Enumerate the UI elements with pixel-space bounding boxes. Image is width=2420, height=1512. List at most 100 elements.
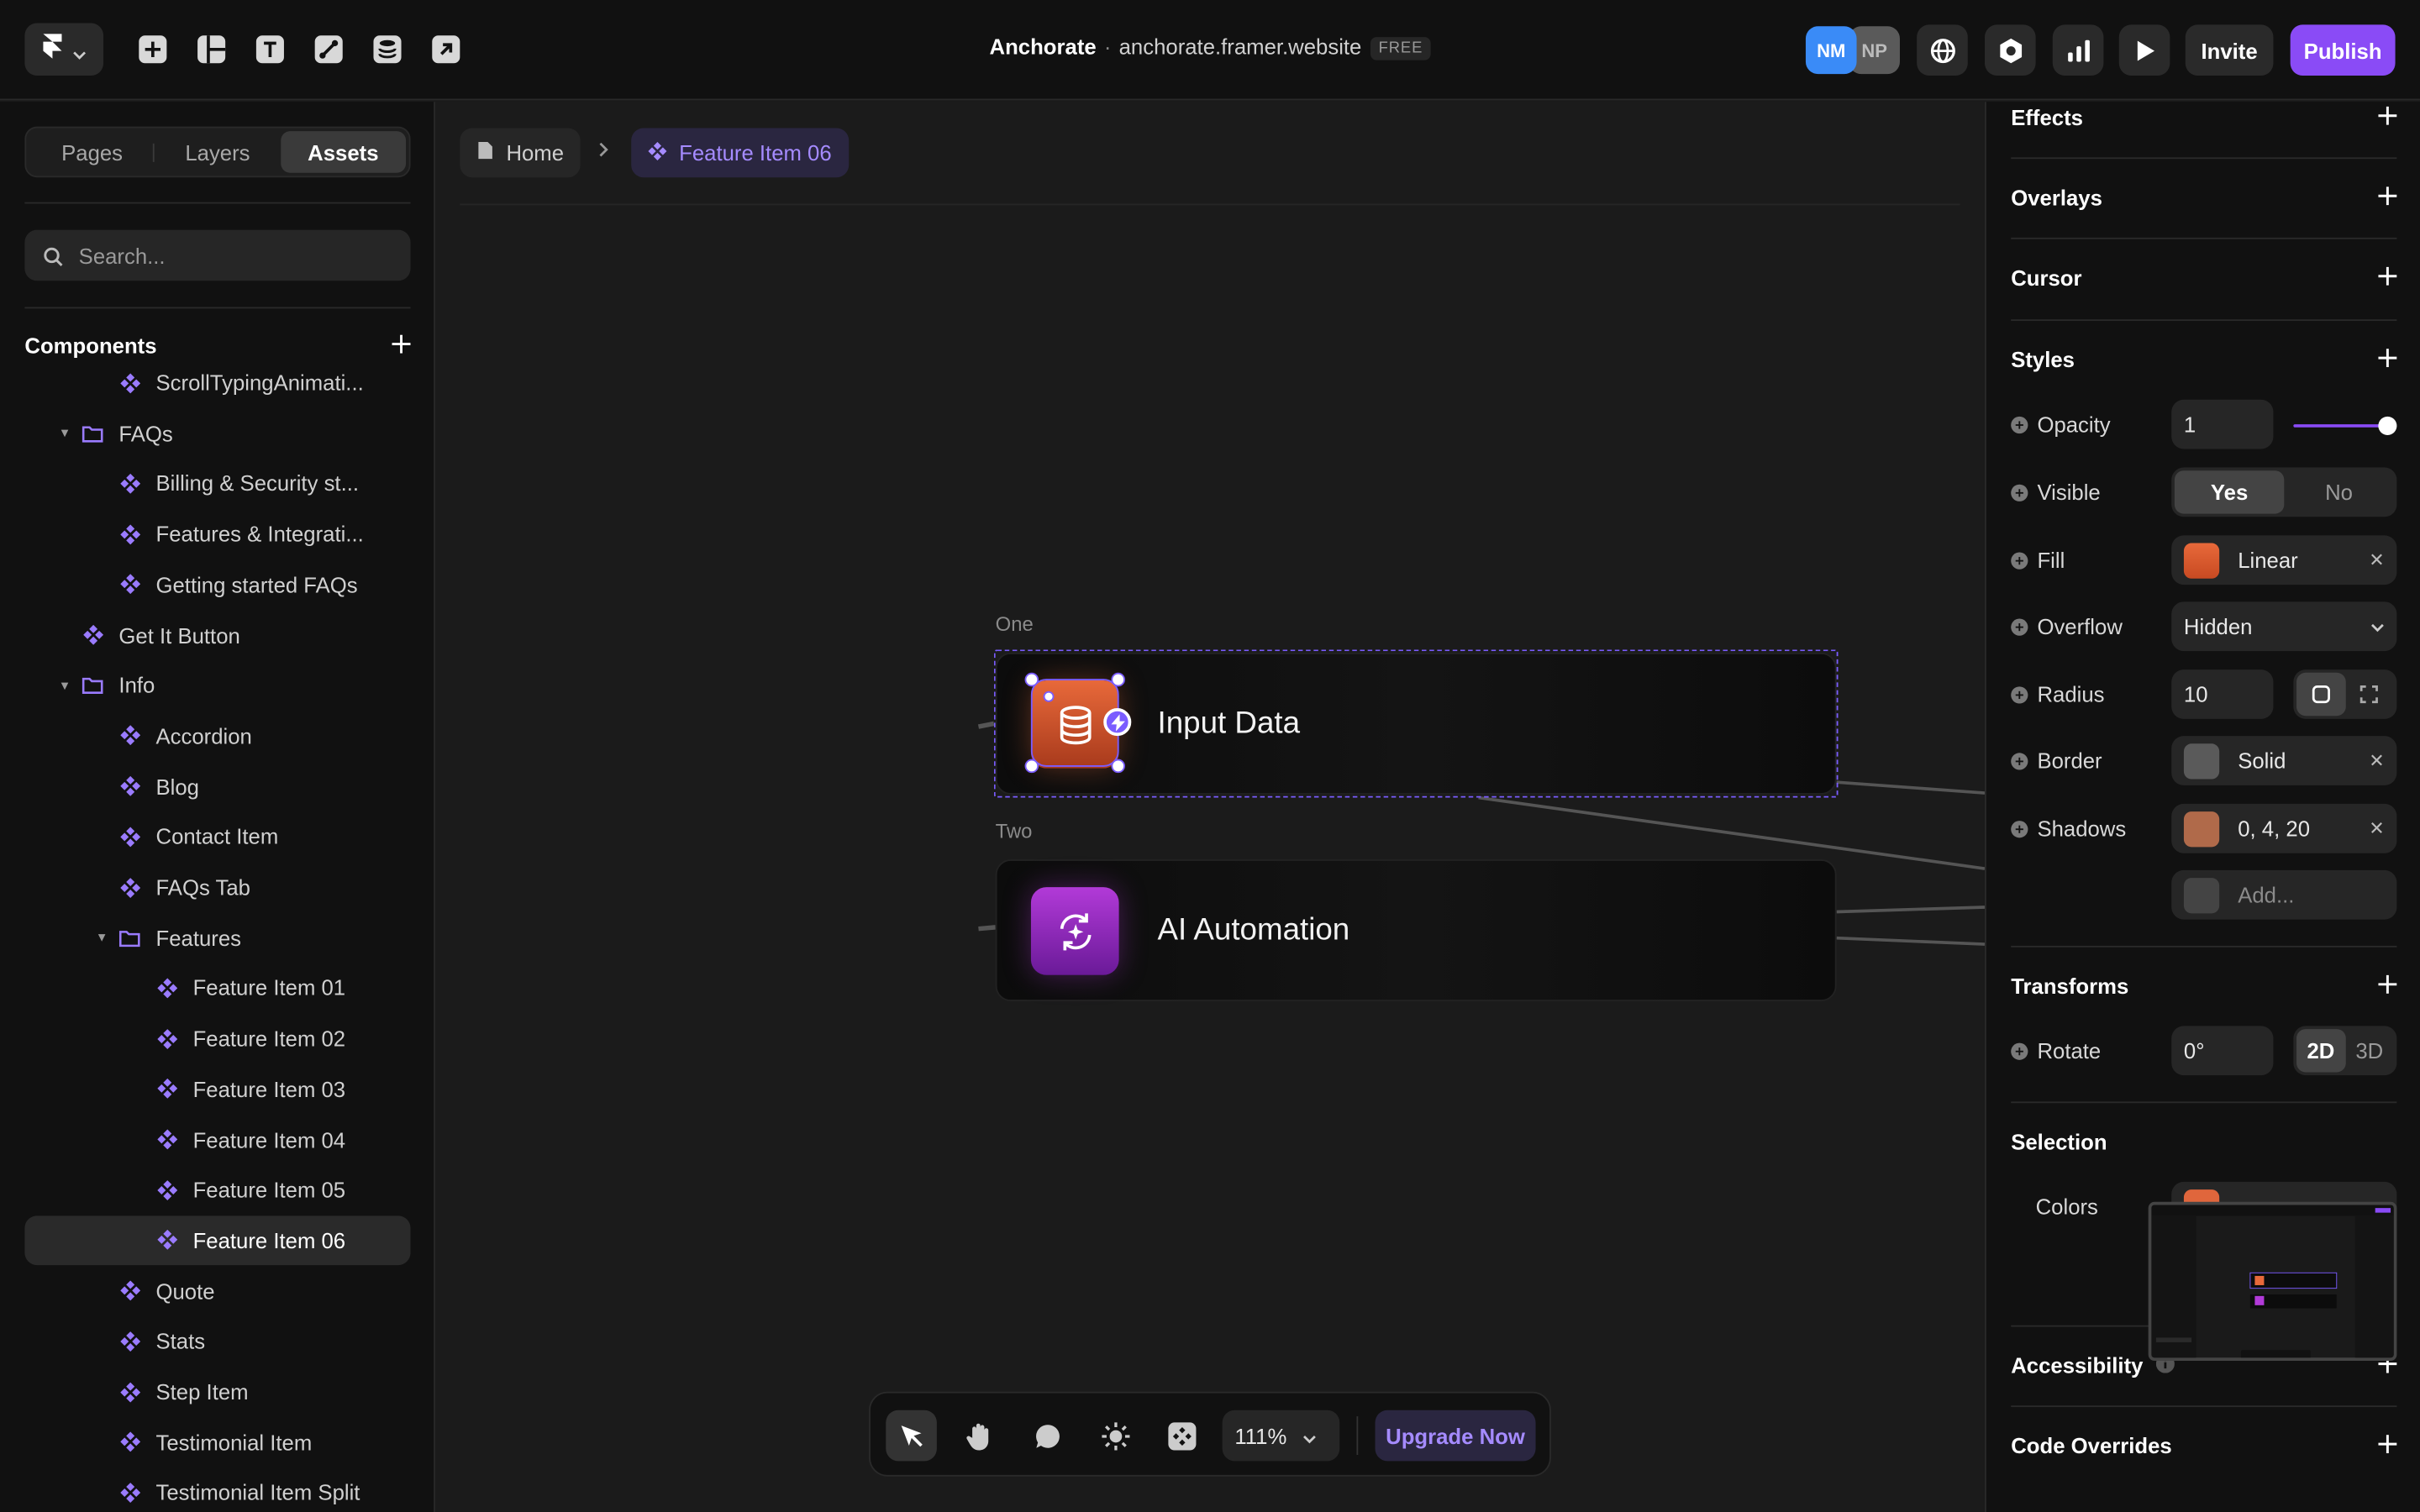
tree-component-item[interactable]: Testimonial Item Split <box>24 1467 410 1512</box>
disclosure-caret-icon[interactable]: ▼ <box>59 426 71 440</box>
tree-component-item[interactable]: Features & Integrati... <box>24 509 410 559</box>
tree-component-item[interactable]: Feature Item 03 <box>24 1064 410 1114</box>
section-overlays[interactable]: Overlays <box>2011 185 2397 210</box>
rotate-3d-option[interactable]: 3D <box>2345 1029 2394 1072</box>
tree-folder[interactable]: ▼ Info <box>24 660 410 710</box>
tree-component-item[interactable]: Feature Item 02 <box>24 1014 410 1063</box>
tree-component-item[interactable]: ScrollTypingAnimati... <box>24 358 410 407</box>
globe-icon[interactable] <box>1917 24 1968 76</box>
theme-sun-icon[interactable] <box>1090 1410 1141 1462</box>
add-cursor-icon[interactable] <box>2378 265 2397 290</box>
opacity-input[interactable]: 1 <box>2171 399 2274 449</box>
section-effects[interactable]: Effects <box>2011 105 2397 129</box>
tree-component-item[interactable]: Feature Item 04 <box>24 1115 410 1164</box>
tab-pages[interactable]: Pages <box>29 131 155 173</box>
radius-input[interactable]: 10 <box>2171 669 2274 719</box>
visible-yes-option[interactable]: Yes <box>2174 470 2285 514</box>
tree-component-item[interactable]: Quote <box>24 1266 410 1315</box>
resize-handle-tr[interactable] <box>1111 672 1125 687</box>
tree-component-item[interactable]: Step Item <box>24 1367 410 1416</box>
publish-button[interactable]: Publish <box>2290 24 2396 76</box>
add-shadow-field[interactable]: Add... <box>2171 869 2397 920</box>
remove-border-icon[interactable]: ✕ <box>2369 750 2384 772</box>
border-field[interactable]: Solid ✕ <box>2171 736 2397 785</box>
tab-layers[interactable]: Layers <box>155 131 280 173</box>
tree-component-item[interactable]: Feature Item 06 <box>24 1215 411 1265</box>
add-variable-icon[interactable] <box>2011 415 2028 433</box>
tree-component-item[interactable]: Feature Item 01 <box>24 963 410 1013</box>
add-variable-icon[interactable] <box>2011 617 2028 635</box>
tree-component-item[interactable]: Getting started FAQs <box>24 559 410 609</box>
comment-icon[interactable] <box>1022 1410 1073 1462</box>
tree-component-item[interactable]: Billing & Security st... <box>24 459 410 508</box>
resize-handle-br[interactable] <box>1111 759 1125 774</box>
shadow-swatch[interactable] <box>2183 811 2220 847</box>
disclosure-caret-icon[interactable]: ▼ <box>96 931 108 945</box>
screenshot-thumbnail[interactable] <box>2148 1201 2397 1361</box>
add-overlay-icon[interactable] <box>2378 185 2397 209</box>
components-grid-icon[interactable] <box>1156 1410 1207 1462</box>
rotate-2d-option[interactable]: 2D <box>2296 1029 2345 1073</box>
tree-component-item[interactable]: Contact Item <box>24 812 410 862</box>
radius-uniform-icon[interactable] <box>2296 672 2345 717</box>
assets-search[interactable] <box>24 229 411 281</box>
tree-component-item[interactable]: Testimonial Item <box>24 1417 410 1467</box>
radius-handle[interactable] <box>1043 690 1055 702</box>
shadows-field[interactable]: 0, 4, 20 ✕ <box>2171 803 2397 853</box>
fill-field[interactable]: Linear ✕ <box>2171 535 2397 585</box>
remove-shadow-icon[interactable]: ✕ <box>2369 817 2384 839</box>
zoom-select[interactable]: 111% <box>1222 1410 1340 1462</box>
upgrade-now-button[interactable]: Upgrade Now <box>1375 1410 1536 1462</box>
invite-button[interactable]: Invite <box>2185 24 2274 76</box>
interaction-bolt-icon[interactable] <box>1103 708 1132 737</box>
add-variable-icon[interactable] <box>2011 483 2028 501</box>
settings-hexagon-icon[interactable] <box>1984 24 2036 76</box>
tree-folder[interactable]: ▼ FAQs <box>24 408 410 458</box>
remove-fill-icon[interactable]: ✕ <box>2369 549 2384 571</box>
fill-swatch[interactable] <box>2183 542 2220 578</box>
tree-component-item[interactable]: Stats <box>24 1316 410 1366</box>
frame-label-two[interactable]: Two <box>996 819 1033 843</box>
bottom-toolbar: 111% Upgrade Now <box>869 1391 1551 1477</box>
search-input[interactable] <box>78 243 388 268</box>
add-code-override-icon[interactable] <box>2378 1433 2397 1457</box>
opacity-slider-track[interactable] <box>2293 424 2388 428</box>
canvas[interactable]: Home Feature Item 06 One Input Data Two … <box>434 102 1985 1512</box>
visible-no-option[interactable]: No <box>2284 470 2393 513</box>
add-variable-icon[interactable] <box>2011 551 2028 569</box>
frame-label-one[interactable]: One <box>996 612 1034 636</box>
add-style-icon[interactable] <box>2378 347 2397 371</box>
section-transforms[interactable]: Transforms <box>2011 974 2397 998</box>
tree-component-item[interactable]: Blog <box>24 762 410 811</box>
add-variable-icon[interactable] <box>2011 752 2028 769</box>
analytics-bars-icon[interactable] <box>2052 24 2104 76</box>
tab-assets[interactable]: Assets <box>280 131 407 173</box>
tree-folder[interactable]: ▼ Features <box>24 913 410 963</box>
add-variable-icon[interactable] <box>2011 685 2028 703</box>
select-cursor-icon[interactable] <box>886 1410 937 1462</box>
radius-individual-icon[interactable] <box>2345 673 2394 716</box>
border-swatch[interactable] <box>2183 743 2220 779</box>
add-transform-icon[interactable] <box>2378 974 2397 998</box>
add-variable-icon[interactable] <box>2011 820 2028 837</box>
resize-handle-tl[interactable] <box>1024 672 1039 687</box>
section-code-overrides[interactable]: Code Overrides <box>2011 1433 2397 1458</box>
add-effect-icon[interactable] <box>2378 105 2397 129</box>
add-variable-icon[interactable] <box>2011 1042 2028 1059</box>
avatar-nm[interactable]: NM <box>1805 26 1857 75</box>
tree-component-item[interactable]: Accordion <box>24 711 410 761</box>
add-component-icon[interactable] <box>392 333 411 358</box>
section-cursor[interactable]: Cursor <box>2011 265 2397 290</box>
tree-component-item[interactable]: Feature Item 05 <box>24 1165 410 1215</box>
disclosure-caret-icon[interactable]: ▼ <box>59 679 71 693</box>
section-styles[interactable]: Styles <box>2011 347 2397 372</box>
tree-component-item[interactable]: FAQs Tab <box>24 863 410 912</box>
rotate-input[interactable]: 0° <box>2171 1026 2274 1076</box>
feature-card-ai-automation[interactable]: AI Automation <box>995 859 1837 1002</box>
resize-handle-bl[interactable] <box>1024 759 1039 774</box>
preview-play-icon[interactable] <box>2118 24 2170 76</box>
overflow-select[interactable]: Hidden <box>2171 601 2397 652</box>
hand-pan-icon[interactable] <box>954 1410 1005 1462</box>
tree-component-item[interactable]: Get It Button <box>24 610 410 659</box>
opacity-slider-knob[interactable] <box>2378 416 2397 435</box>
